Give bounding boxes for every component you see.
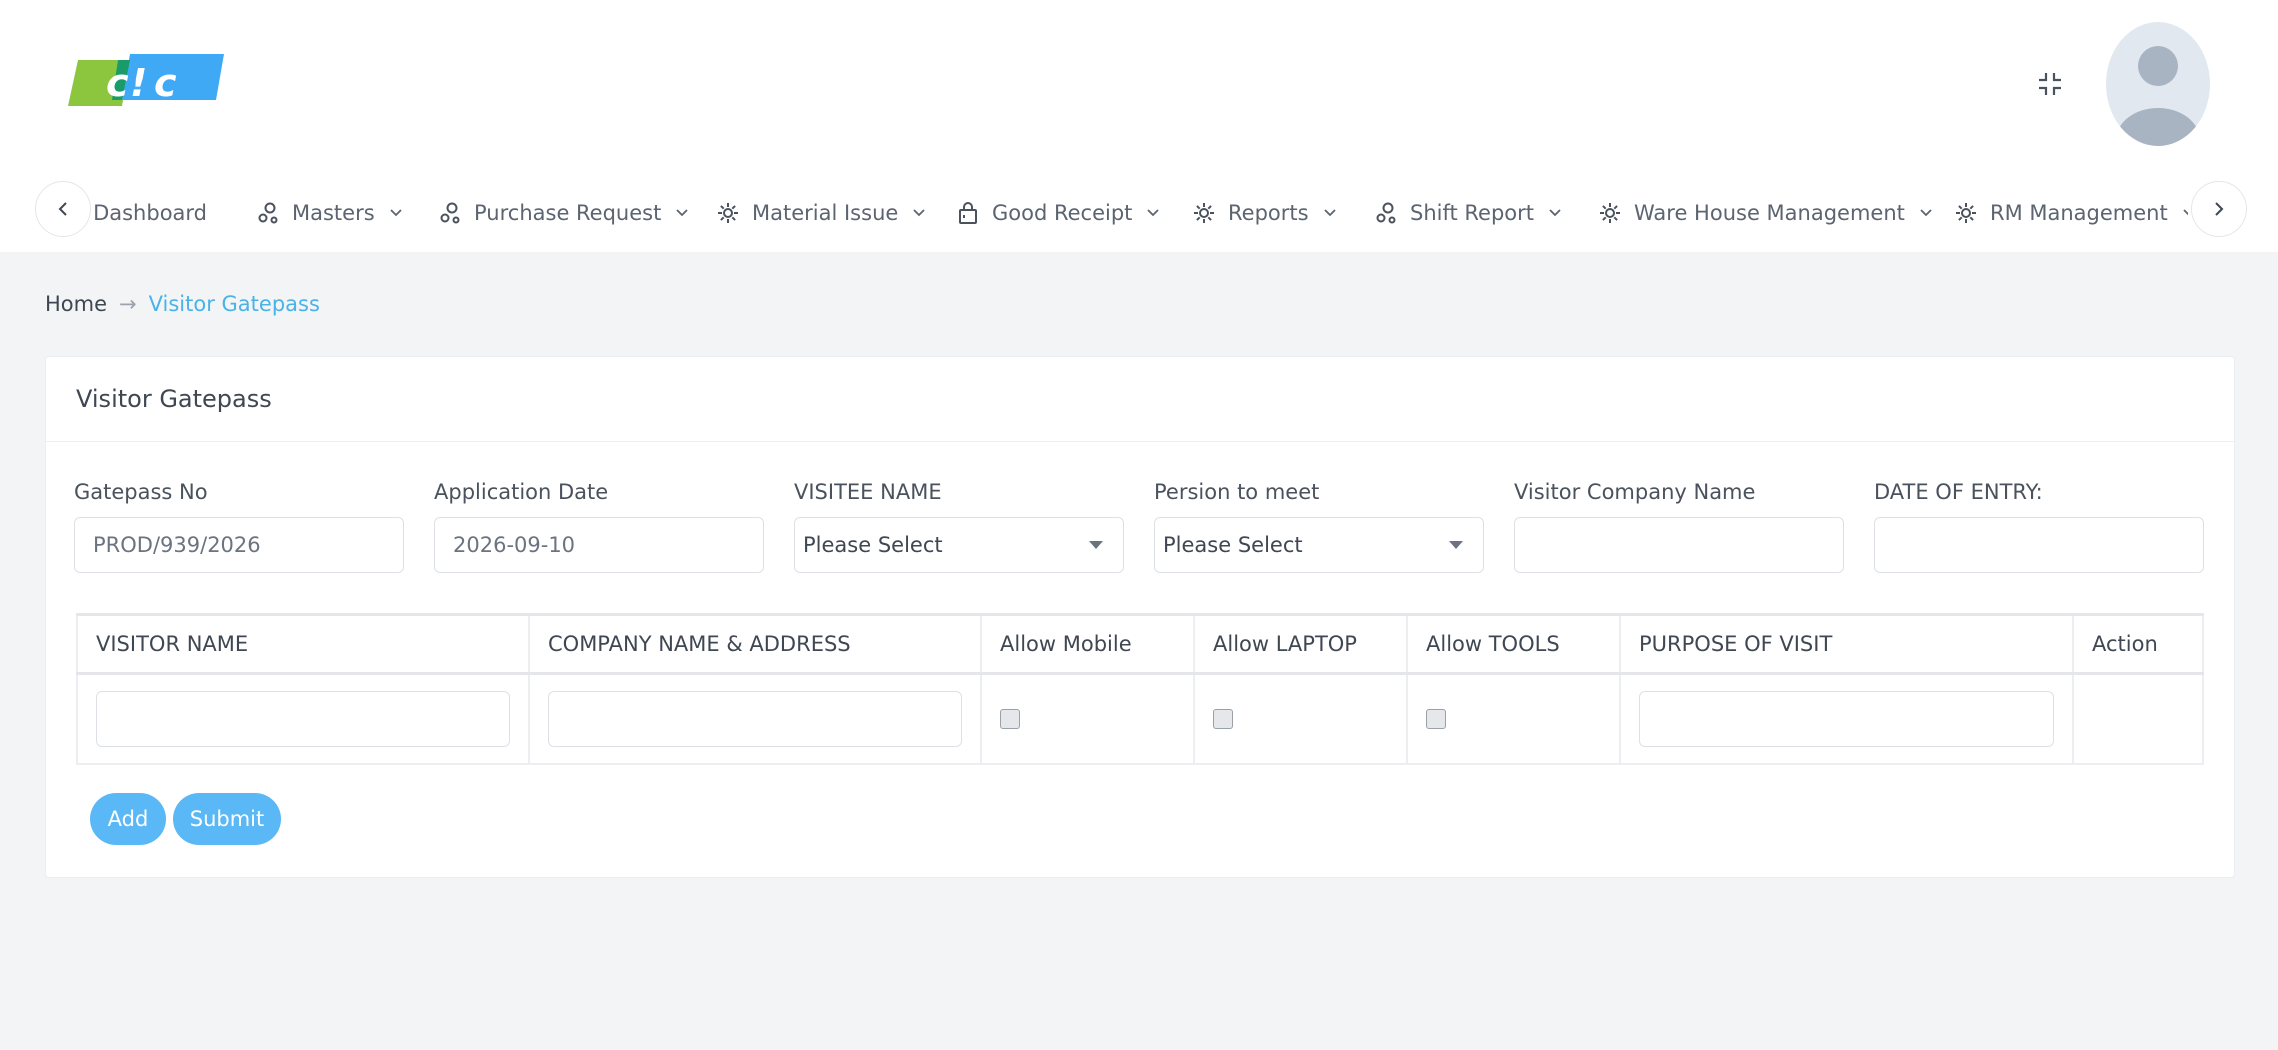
circles-icon (256, 201, 280, 225)
date-of-entry-group: DATE OF ENTRY: (1874, 477, 2204, 573)
nav-item-masters[interactable]: Masters (256, 180, 403, 246)
gatepass-no-group: Gatepass No (74, 477, 404, 573)
gatepass-no-label: Gatepass No (74, 480, 208, 504)
lock-icon (956, 201, 980, 225)
visitor-company-label: Visitor Company Name (1514, 480, 1756, 504)
company-logo[interactable]: c ! c (68, 54, 224, 110)
action-cell (2072, 672, 2204, 765)
column-header: PURPOSE OF VISIT (1619, 613, 2074, 675)
allow-tools-cell (1406, 672, 1621, 765)
allow-laptop-cell (1193, 672, 1408, 765)
breadcrumb: Home → Visitor Gatepass (45, 292, 320, 316)
column-header: Allow TOOLS (1406, 613, 1621, 675)
svg-text:c: c (106, 61, 129, 105)
chevron-down-icon (1548, 206, 1562, 220)
nav-item-label: Ware House Management (1634, 201, 1905, 225)
nav-item-label: Shift Report (1410, 201, 1535, 225)
purpose-of-visit-input[interactable] (1639, 691, 2054, 747)
nav-item-reports[interactable]: Reports (1192, 180, 1337, 246)
nav-item-label: Good Receipt (992, 201, 1133, 225)
svg-text:!: ! (130, 61, 147, 105)
visitee-name-selected: Please Select (803, 533, 943, 557)
visitee-name-select[interactable]: Please Select (794, 517, 1124, 573)
application-date-input[interactable] (434, 517, 764, 573)
person-to-meet-selected: Please Select (1163, 533, 1303, 557)
dropdown-caret-icon (1089, 541, 1103, 549)
chevron-down-icon (675, 206, 689, 220)
chevron-down-icon (1146, 206, 1160, 220)
visitor-name-cell (76, 672, 530, 765)
nav-item-dashboard[interactable]: : Dashboard (80, 180, 207, 246)
column-header: COMPANY NAME & ADDRESS (528, 613, 982, 675)
visitor-company-input[interactable] (1514, 517, 1844, 573)
nav-item-ware-house-management[interactable]: Ware House Management (1598, 180, 1933, 246)
gear-icon (716, 201, 740, 225)
nav-item-label: Masters (292, 201, 375, 225)
chevron-down-icon (389, 206, 403, 220)
gear-icon (1192, 201, 1216, 225)
dashboard-icon: : (80, 201, 81, 225)
visitee-name-group: VISITEE NAME Please Select (794, 477, 1124, 573)
nav-item-label: Purchase Request (474, 201, 662, 225)
breadcrumb-current: Visitor Gatepass (148, 292, 320, 316)
main-nav: : Dashboard Masters Purchase Request Mat… (80, 180, 2188, 246)
nav-item-good-receipt[interactable]: Good Receipt (956, 180, 1160, 246)
dropdown-caret-icon (1449, 541, 1463, 549)
date-of-entry-label: DATE OF ENTRY: (1874, 480, 2043, 504)
date-of-entry-input[interactable] (1874, 517, 2204, 573)
nav-item-label: RM Management (1990, 201, 2168, 225)
nav-item-shift-report[interactable]: Shift Report (1374, 180, 1562, 246)
visitor-company-group: Visitor Company Name (1514, 477, 1844, 573)
person-to-meet-group: Persion to meet Please Select (1154, 477, 1484, 573)
nav-item-label: Material Issue (752, 201, 899, 225)
circles-icon (438, 201, 462, 225)
nav-scroll-right-button[interactable] (2191, 181, 2247, 237)
company-address-input[interactable] (548, 691, 962, 747)
column-header: VISITOR NAME (76, 613, 530, 675)
chevron-down-icon (1919, 206, 1933, 220)
nav-item-rm-management[interactable]: RM Management (1954, 180, 2188, 246)
purpose-cell (1619, 672, 2074, 765)
nav-item-label: Dashboard (93, 201, 208, 225)
card-title: Visitor Gatepass (46, 357, 2234, 442)
submit-button[interactable]: Submit (173, 793, 281, 845)
breadcrumb-separator: → (119, 292, 137, 316)
table-row (76, 672, 2204, 765)
nav-item-purchase-request[interactable]: Purchase Request (438, 180, 689, 246)
svg-text:c: c (154, 61, 177, 105)
allow-mobile-checkbox[interactable] (1000, 709, 1020, 729)
nav-item-material-issue[interactable]: Material Issue (716, 180, 926, 246)
application-date-label: Application Date (434, 480, 609, 504)
gatepass-no-input[interactable] (74, 517, 404, 573)
column-header: Action (2072, 613, 2204, 675)
application-date-group: Application Date (434, 477, 764, 573)
chevron-right-icon (2215, 202, 2224, 216)
gear-icon (1954, 201, 1978, 225)
chevron-down-icon (1323, 206, 1337, 220)
nav-item-label: Reports (1228, 201, 1309, 225)
chevron-down-icon (2182, 206, 2188, 220)
allow-mobile-cell (980, 672, 1195, 765)
visitor-gatepass-card: Visitor Gatepass Gatepass No Application… (45, 356, 2235, 878)
collapse-icon[interactable] (2036, 70, 2064, 98)
company-address-cell (528, 672, 982, 765)
chevron-left-icon (58, 202, 67, 216)
column-header: Allow Mobile (980, 613, 1195, 675)
user-avatar[interactable] (2106, 22, 2210, 146)
allow-tools-checkbox[interactable] (1426, 709, 1446, 729)
allow-laptop-checkbox[interactable] (1213, 709, 1233, 729)
top-header: c ! c : Dashboard (0, 0, 2278, 252)
add-button[interactable]: Add (90, 793, 166, 845)
visitor-name-input[interactable] (96, 691, 510, 747)
gear-icon (1598, 201, 1622, 225)
table-header-row: VISITOR NAME COMPANY NAME & ADDRESS Allo… (76, 613, 2204, 675)
chevron-down-icon (912, 206, 926, 220)
visitee-name-label: VISITEE NAME (794, 480, 942, 504)
person-to-meet-label: Persion to meet (1154, 480, 1320, 504)
visitor-table: VISITOR NAME COMPANY NAME & ADDRESS Allo… (76, 613, 2204, 765)
person-to-meet-select[interactable]: Please Select (1154, 517, 1484, 573)
circles-icon (1374, 201, 1398, 225)
breadcrumb-home-link[interactable]: Home (45, 292, 107, 316)
column-header: Allow LAPTOP (1193, 613, 1408, 675)
